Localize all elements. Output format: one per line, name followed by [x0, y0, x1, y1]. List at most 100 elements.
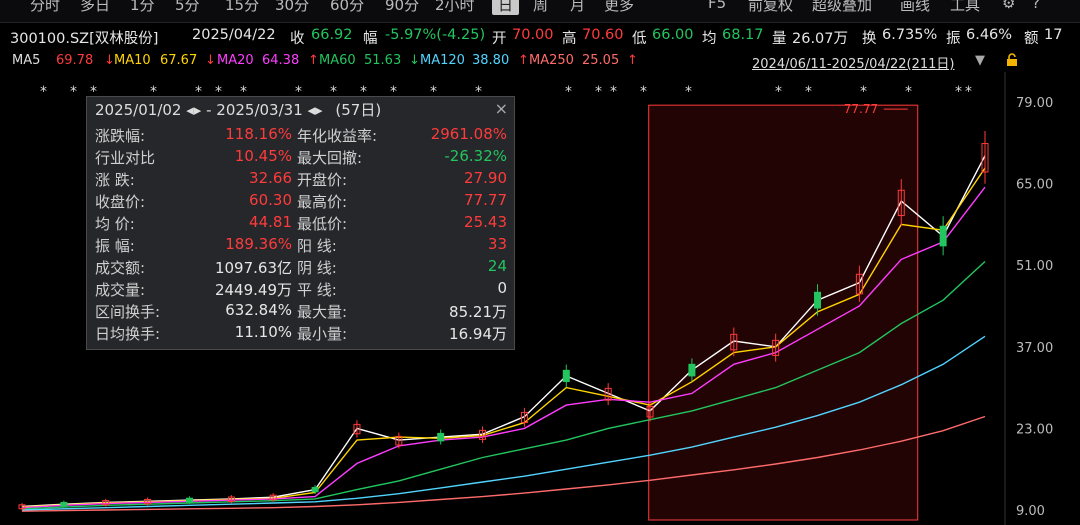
stat-value-right: 24	[487, 257, 507, 275]
peak-price-label: 77.77	[844, 102, 878, 116]
stat-label-left: 振 幅:	[95, 237, 135, 255]
nav-item-13[interactable]: F5	[708, 0, 726, 12]
dropdown-triangle-icon[interactable]: ▼	[975, 53, 985, 68]
nav-item-1[interactable]: 多日	[80, 0, 110, 15]
ma60-label: MA60	[319, 53, 356, 68]
stat-value-left: 60.30	[249, 191, 292, 209]
nav-item-16[interactable]: 画线	[900, 0, 930, 15]
change-label: 幅	[363, 31, 378, 47]
lock-icon[interactable]	[1005, 53, 1019, 71]
stock-code-name[interactable]: 300100.SZ[双林股份]	[10, 27, 158, 48]
nav-item-2[interactable]: 1分	[130, 0, 155, 15]
turnover-label: 换	[862, 31, 877, 47]
event-marker-icon: *	[610, 84, 617, 100]
open-label: 开	[492, 31, 507, 47]
high-value: 70.60	[582, 27, 624, 43]
ma10-arrow: ↓	[205, 53, 216, 68]
ma20-label: MA20	[217, 53, 254, 68]
event-marker-icon: *	[640, 84, 647, 100]
stat-value-left: 44.81	[249, 213, 292, 231]
high-label: 高	[562, 31, 577, 47]
nav-item-3[interactable]: 5分	[175, 0, 200, 15]
stat-label-left: 区间换手:	[95, 303, 161, 321]
event-marker-icon: *	[955, 84, 962, 100]
stat-label-left: 成交额:	[95, 259, 146, 277]
stat-value-right: 25.43	[464, 213, 507, 231]
ma120-label: MA120	[420, 53, 465, 68]
event-marker-icon: *	[965, 84, 972, 100]
nav-item-0[interactable]: 分时	[30, 0, 60, 15]
stat-label-right: 最小量:	[297, 325, 348, 343]
period-toolbar: 分时 多日 1分 5分 15分 30分 60分 90分 2小时 日周 月 更多 F5 前复权 超级叠加 画线 工…	[0, 0, 1080, 23]
ma10-label: MA10	[114, 53, 151, 68]
ma20-value: 64.38	[262, 53, 300, 68]
stat-value-right: 85.21万	[449, 303, 507, 321]
range-end-arrows-icon[interactable]: ◂▸	[308, 101, 323, 119]
event-marker-icon: *	[40, 84, 47, 100]
close-icon[interactable]: ×	[495, 99, 508, 118]
stat-value-left: 10.45%	[234, 147, 292, 165]
event-marker-icon: *	[860, 84, 867, 100]
amplitude-value: 6.46%	[966, 27, 1013, 43]
nav-item-8[interactable]: 2小时	[435, 0, 475, 15]
gear-icon[interactable]: ⚙	[1002, 0, 1015, 12]
stat-value-left: 2449.49万	[214, 281, 292, 299]
range-end-date: 2025/03/31	[216, 101, 303, 119]
quote-bar: 300100.SZ[双林股份] 2025/04/22 收 66.92 幅 -5.…	[0, 24, 1080, 48]
interval-range-title: 2025/01/02 ◂▸ - 2025/03/31 ◂▸ (57日)	[95, 101, 382, 119]
help-icon[interactable]: ?	[1032, 0, 1040, 12]
range-start-date: 2025/01/02	[95, 101, 182, 119]
nav-item-17[interactable]: 工具	[950, 0, 980, 15]
nav-item-10[interactable]: 周	[533, 0, 548, 15]
stat-label-left: 收盘价:	[95, 193, 146, 211]
stat-value-right: -26.32%	[444, 147, 507, 165]
nav-item-7[interactable]: 90分	[385, 0, 419, 15]
ma120-arrow: ↑	[518, 53, 529, 68]
stat-label-right: 年化收益率:	[297, 127, 378, 145]
quote-date: 2025/04/22	[192, 27, 276, 43]
stat-label-right: 阴 线:	[297, 259, 337, 277]
ma5-label: MA5	[12, 53, 41, 68]
stat-value-right: 33	[487, 235, 507, 253]
candle-body	[688, 363, 696, 377]
avg-value: 68.17	[722, 27, 764, 43]
range-days: (57日)	[335, 101, 382, 119]
stat-label-left: 涨跌幅:	[95, 127, 146, 145]
amplitude-label: 振	[946, 31, 961, 47]
y-tick-label: 51.00	[1016, 259, 1053, 274]
ma60-value: 51.63	[364, 53, 402, 68]
date-range-selector[interactable]: 2024/06/11-2025/04/22(211日)	[752, 53, 955, 72]
ma250-arrow: ↑	[627, 53, 638, 68]
stat-label-left: 成交量:	[95, 281, 146, 299]
range-start-arrows-icon[interactable]: ◂▸	[186, 101, 201, 119]
ma120-value: 38.80	[472, 53, 510, 68]
y-tick-label: 23.00	[1016, 422, 1053, 437]
ma5-value: 69.78	[56, 53, 94, 68]
stat-value-left: 1097.63亿	[214, 259, 292, 277]
nav-item-12[interactable]: 更多	[604, 0, 634, 15]
stat-label-right: 最大回撤:	[297, 149, 363, 167]
volume-label: 量	[772, 31, 787, 47]
turnover-value: 6.735%	[882, 27, 938, 43]
low-label: 低	[632, 31, 647, 47]
nav-item-5[interactable]: 30分	[275, 0, 309, 15]
stat-label-left: 日均换手:	[95, 325, 161, 343]
candle-body	[814, 291, 822, 309]
nav-item-11[interactable]: 月	[570, 0, 585, 15]
stat-label-left: 涨 跌:	[95, 171, 135, 189]
stat-label-right: 最大量:	[297, 303, 348, 321]
nav-item-6[interactable]: 60分	[330, 0, 364, 15]
event-marker-icon: *	[565, 84, 572, 100]
event-marker-icon: *	[685, 84, 692, 100]
stat-label-left: 行业对比	[95, 149, 156, 167]
nav-item-15[interactable]: 超级叠加	[812, 0, 872, 15]
nav-item-14[interactable]: 前复权	[748, 0, 793, 15]
nav-item-4[interactable]: 15分	[225, 0, 259, 15]
amount-label: 额	[1024, 31, 1039, 47]
nav-item-9[interactable]: 日	[492, 0, 520, 15]
event-marker-icon: *	[805, 84, 812, 100]
stat-label-right: 最低价:	[297, 215, 348, 233]
stat-value-left: 189.36%	[225, 235, 292, 253]
y-tick-label: 37.00	[1016, 341, 1053, 356]
candle-body	[939, 225, 947, 247]
